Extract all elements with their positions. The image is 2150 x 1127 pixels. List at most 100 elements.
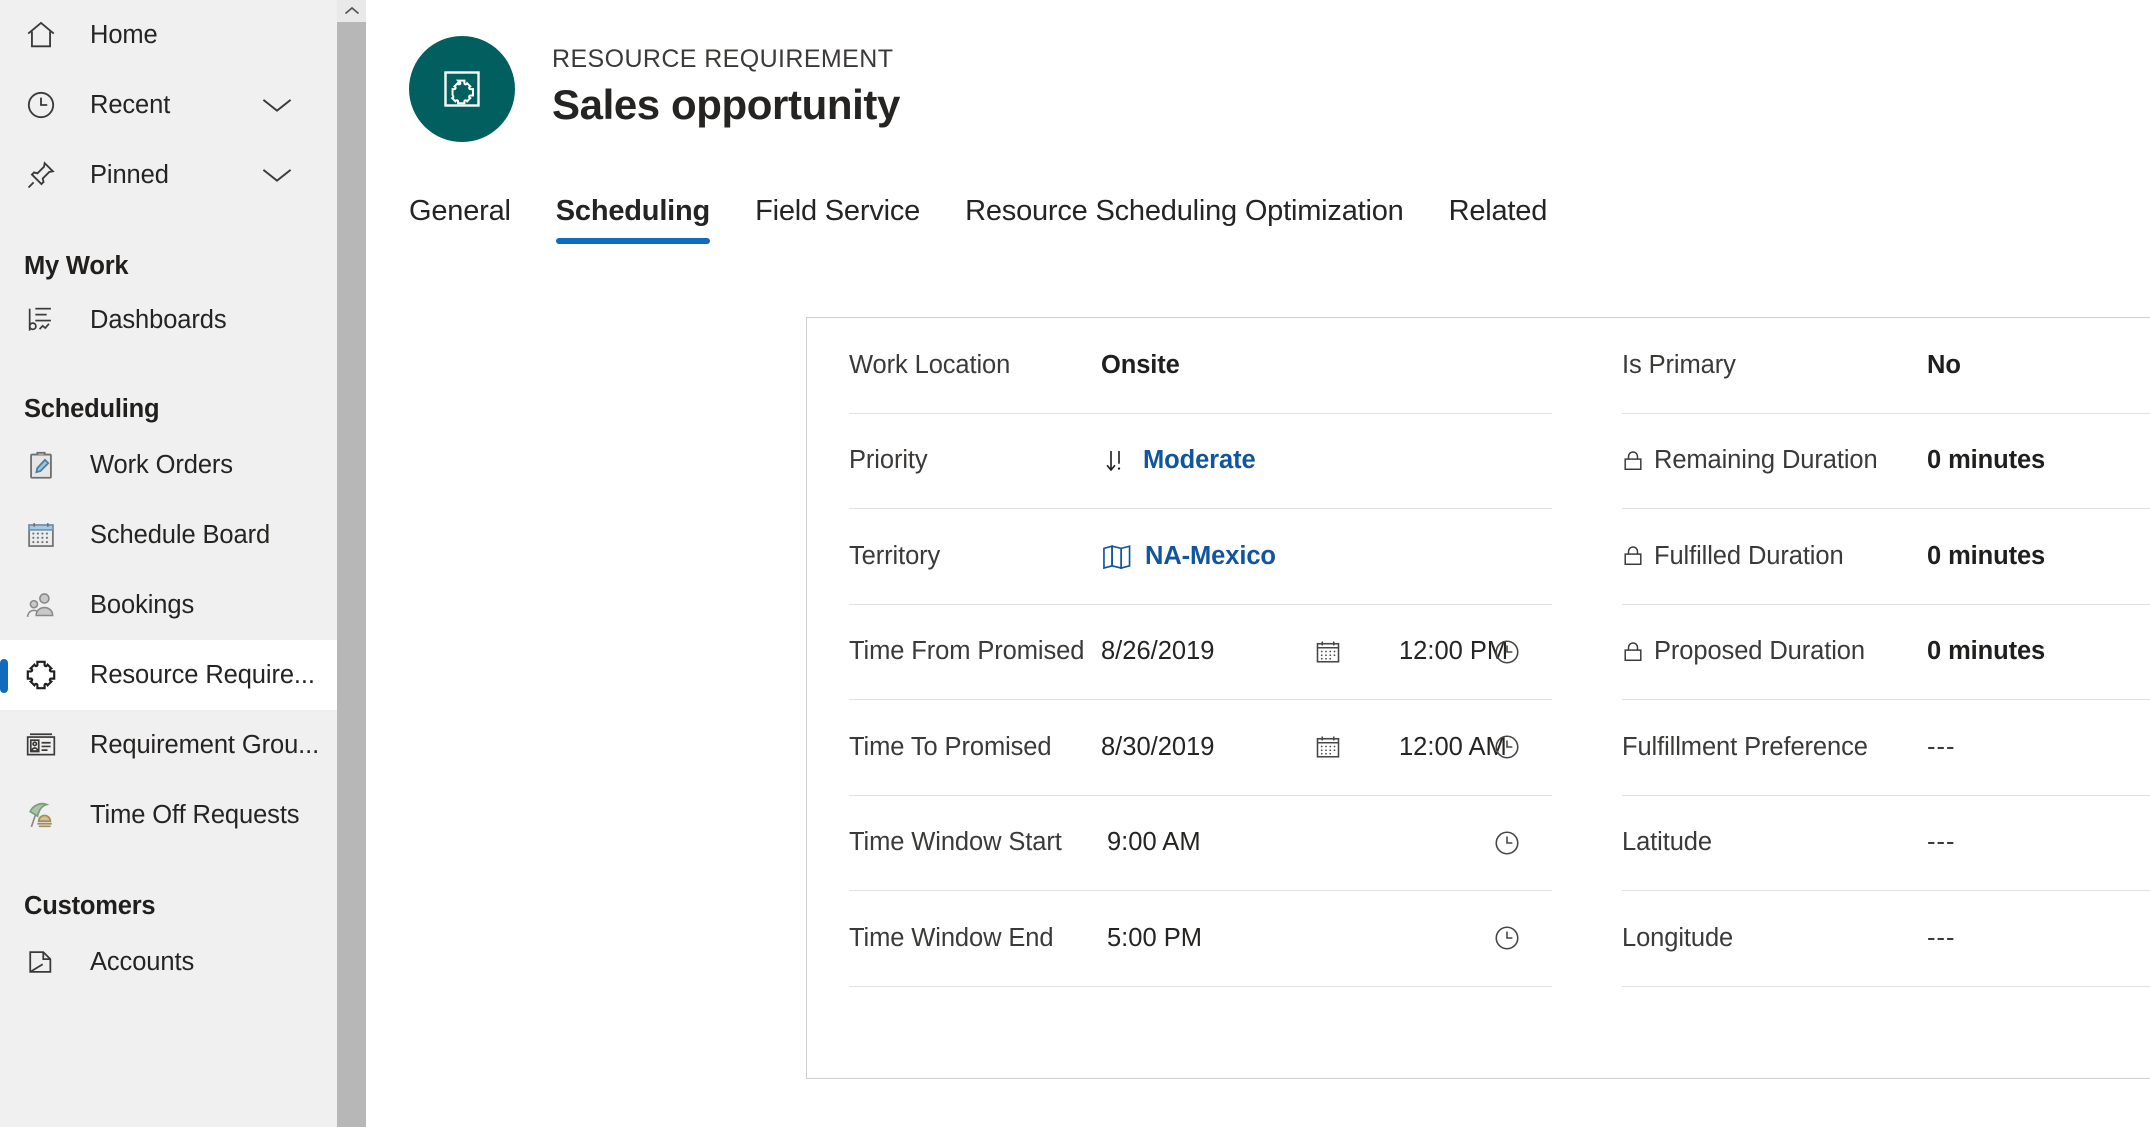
field-value-time[interactable]: 12:00 AM [1395,733,1583,762]
sidebar-scrollbar-thumb[interactable] [337,22,366,1127]
record-header: RESOURCE REQUIREMENT Sales opportunity [366,0,2150,142]
field-label-text: Proposed Duration [1654,637,1865,666]
entity-type-label: RESOURCE REQUIREMENT [552,45,894,73]
sidebar-group-title-customers: Customers [24,892,156,920]
sidebar-item-accounts[interactable]: Accounts [0,927,366,997]
sidebar-item-label: Home [90,20,158,49]
sitemap-sidebar: Home Recent Pinned My Work Dashboards Sc… [0,0,366,1127]
tab-scheduling[interactable]: Scheduling [555,195,711,244]
clock-icon [18,88,64,122]
field-row-longitude[interactable]: Longitude --- [1622,891,2150,987]
field-row-time-to-promised[interactable]: Time To Promised 8/30/2019 12:00 AM [849,700,1552,796]
map-icon [1101,542,1133,570]
dashboard-icon [18,303,64,337]
field-value-is-primary[interactable]: No [1927,351,1961,380]
sidebar-item-schedule-board[interactable]: Schedule Board [0,500,366,570]
clock-icon[interactable] [1492,923,1522,953]
field-label: Fulfillment Preference [1622,732,1868,761]
field-value-time[interactable]: 12:00 PM [1395,637,1583,666]
sidebar-item-label: Recent [90,90,171,119]
lock-icon [1620,448,1646,474]
field-value-priority[interactable]: Moderate [1101,446,1256,476]
calendar-grid-icon [18,518,64,552]
tab-field-service[interactable]: Field Service [755,195,920,244]
field-label: Priority [849,446,928,475]
field-row-proposed-duration: Proposed Duration 0 minutes [1622,605,2150,700]
priority-down-arrow-icon [1101,446,1131,476]
field-label-text: Remaining Duration [1654,446,1878,475]
field-row-is-primary[interactable]: Is Primary No [1622,318,2150,414]
sidebar-item-work-orders[interactable]: Work Orders [0,430,366,500]
field-value-text: Moderate [1143,446,1256,475]
field-label: Time To Promised [849,732,1052,761]
field-value-date[interactable]: 8/26/2019 [1101,637,1313,666]
field-value-longitude[interactable]: --- [1927,924,1955,953]
sidebar-scrollbar[interactable] [337,0,366,1127]
field-value-date[interactable]: 8/30/2019 [1101,733,1313,762]
field-label: Time Window End [849,923,1054,952]
field-row-time-window-start[interactable]: Time Window Start 9:00 AM [849,796,1552,891]
contact-card-icon [18,728,64,762]
sidebar-item-resource-requirements[interactable]: Resource Require... [0,640,366,710]
form-tab-strip: General Scheduling Field Service Resourc… [366,184,2150,244]
app-root: Home Recent Pinned My Work Dashboards Sc… [0,0,2150,1127]
field-value-time[interactable]: 9:00 AM [1101,828,1289,857]
tab-resource-scheduling-optimization[interactable]: Resource Scheduling Optimization [965,195,1404,244]
field-value-work-location[interactable]: Onsite [1101,351,1180,380]
chevron-up-icon[interactable] [337,0,366,22]
field-value-text: NA-Mexico [1145,541,1276,570]
field-row-work-location[interactable]: Work Location Onsite [849,318,1552,414]
main-content: RESOURCE REQUIREMENT Sales opportunity G… [366,0,2150,1127]
scheduling-form-card: Work Location Onsite Priority Moderate T… [806,317,2150,1079]
tab-general[interactable]: General [409,195,511,244]
sidebar-item-bookings[interactable]: Bookings [0,570,366,640]
sidebar-item-pinned[interactable]: Pinned [0,140,366,210]
calendar-icon[interactable] [1313,637,1395,667]
sidebar-item-label: Work Orders [90,450,233,479]
clock-icon[interactable] [1492,828,1522,858]
sidebar-item-label: Resource Require... [90,660,315,689]
field-row-fulfilled-duration: Fulfilled Duration 0 minutes [1622,509,2150,605]
field-row-time-window-end[interactable]: Time Window End 5:00 PM [849,891,1552,987]
sidebar-item-dashboards[interactable]: Dashboards [0,285,366,355]
field-row-priority[interactable]: Priority Moderate [849,414,1552,509]
field-label: Work Location [849,350,1011,379]
sidebar-item-time-off-requests[interactable]: Time Off Requests [0,780,366,850]
lock-icon [1620,543,1646,569]
pin-icon [18,158,64,192]
field-label: Proposed Duration [1622,637,1927,666]
tab-related[interactable]: Related [1449,195,1548,244]
field-row-latitude[interactable]: Latitude --- [1622,796,2150,891]
sidebar-item-label: Dashboards [90,305,227,334]
chevron-down-icon[interactable] [260,94,294,116]
field-value-time[interactable]: 5:00 PM [1101,924,1289,953]
field-row-time-from-promised[interactable]: Time From Promised 8/26/2019 12:00 PM [849,605,1552,700]
field-value-territory[interactable]: NA-Mexico [1101,542,1276,571]
folder-icon [18,945,64,979]
chevron-down-icon[interactable] [260,164,294,186]
sidebar-item-label: Accounts [90,947,195,976]
form-column-left: Work Location Onsite Priority Moderate T… [807,318,1582,1078]
field-value-latitude[interactable]: --- [1927,828,1955,857]
sidebar-item-label: Schedule Board [90,520,271,549]
field-value-fulfillment-preference[interactable]: --- [1927,733,1955,762]
puzzle-framed-icon [438,65,486,113]
record-title-block: RESOURCE REQUIREMENT Sales opportunity [552,36,900,130]
form-column-right: Is Primary No Remaining Duration 0 minut… [1582,318,2150,1078]
clock-icon[interactable] [1492,637,1522,667]
field-label-text: Fulfilled Duration [1654,541,1844,570]
puzzle-icon [18,657,64,693]
field-label: Is Primary [1622,350,1736,379]
sidebar-item-recent[interactable]: Recent [0,70,366,140]
sidebar-item-label: Time Off Requests [90,800,300,829]
field-row-fulfillment-preference[interactable]: Fulfillment Preference --- [1622,700,2150,796]
sidebar-top-nav: Home Recent Pinned [0,0,366,210]
sidebar-item-requirement-groups[interactable]: Requirement Grou... [0,710,366,780]
calendar-icon[interactable] [1313,732,1395,762]
sidebar-group-title-scheduling: Scheduling [24,395,160,423]
field-label: Fulfilled Duration [1622,542,1927,571]
field-row-territory[interactable]: Territory NA-Mexico [849,509,1552,605]
sidebar-item-home[interactable]: Home [0,0,366,70]
clock-icon[interactable] [1492,732,1522,762]
field-label: Remaining Duration [1622,446,1927,475]
